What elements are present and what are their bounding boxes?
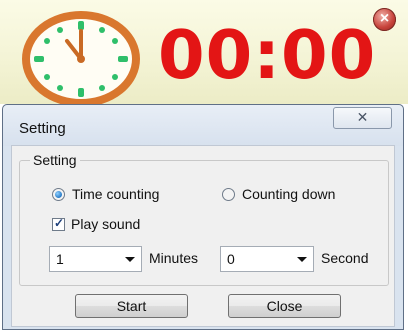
chevron-down-icon — [125, 257, 135, 262]
settings-dialog: Setting ✕ Setting Time counting Counting… — [2, 104, 404, 330]
dialog-body: Setting Time counting Counting down ✓ Pl… — [11, 145, 395, 327]
chevron-down-icon — [297, 257, 307, 262]
radio-counting-down[interactable]: Counting down — [222, 186, 335, 202]
groupbox-label: Setting — [30, 152, 80, 168]
start-button[interactable]: Start — [75, 294, 188, 318]
dialog-title: Setting — [19, 120, 66, 137]
dialog-titlebar[interactable]: Setting ✕ — [3, 105, 403, 146]
play-sound-checkbox[interactable]: ✓ Play sound — [52, 216, 140, 232]
radio-unselected-icon[interactable] — [222, 187, 235, 201]
minutes-dropdown[interactable]: 1 — [49, 246, 142, 272]
timer-widget: 00:00 × — [0, 0, 408, 107]
minutes-label: Minutes — [149, 250, 199, 266]
radio-time-counting-label: Time counting — [72, 186, 160, 202]
timer-display: 00:00 — [158, 16, 377, 94]
checkbox-checked-icon[interactable]: ✓ — [52, 216, 65, 231]
seconds-value: 0 — [227, 251, 235, 267]
radio-selected-icon[interactable] — [52, 187, 65, 201]
radio-time-counting[interactable]: Time counting — [52, 186, 159, 202]
close-icon[interactable]: × — [373, 8, 396, 31]
clock-icon — [22, 11, 140, 107]
seconds-label: Second — [321, 250, 369, 266]
minutes-value: 1 — [56, 251, 64, 267]
play-sound-label: Play sound — [71, 216, 141, 232]
dialog-close-button[interactable]: ✕ — [333, 107, 392, 129]
close-button[interactable]: Close — [228, 294, 341, 318]
radio-counting-down-label: Counting down — [242, 186, 336, 202]
seconds-dropdown[interactable]: 0 — [220, 246, 314, 272]
